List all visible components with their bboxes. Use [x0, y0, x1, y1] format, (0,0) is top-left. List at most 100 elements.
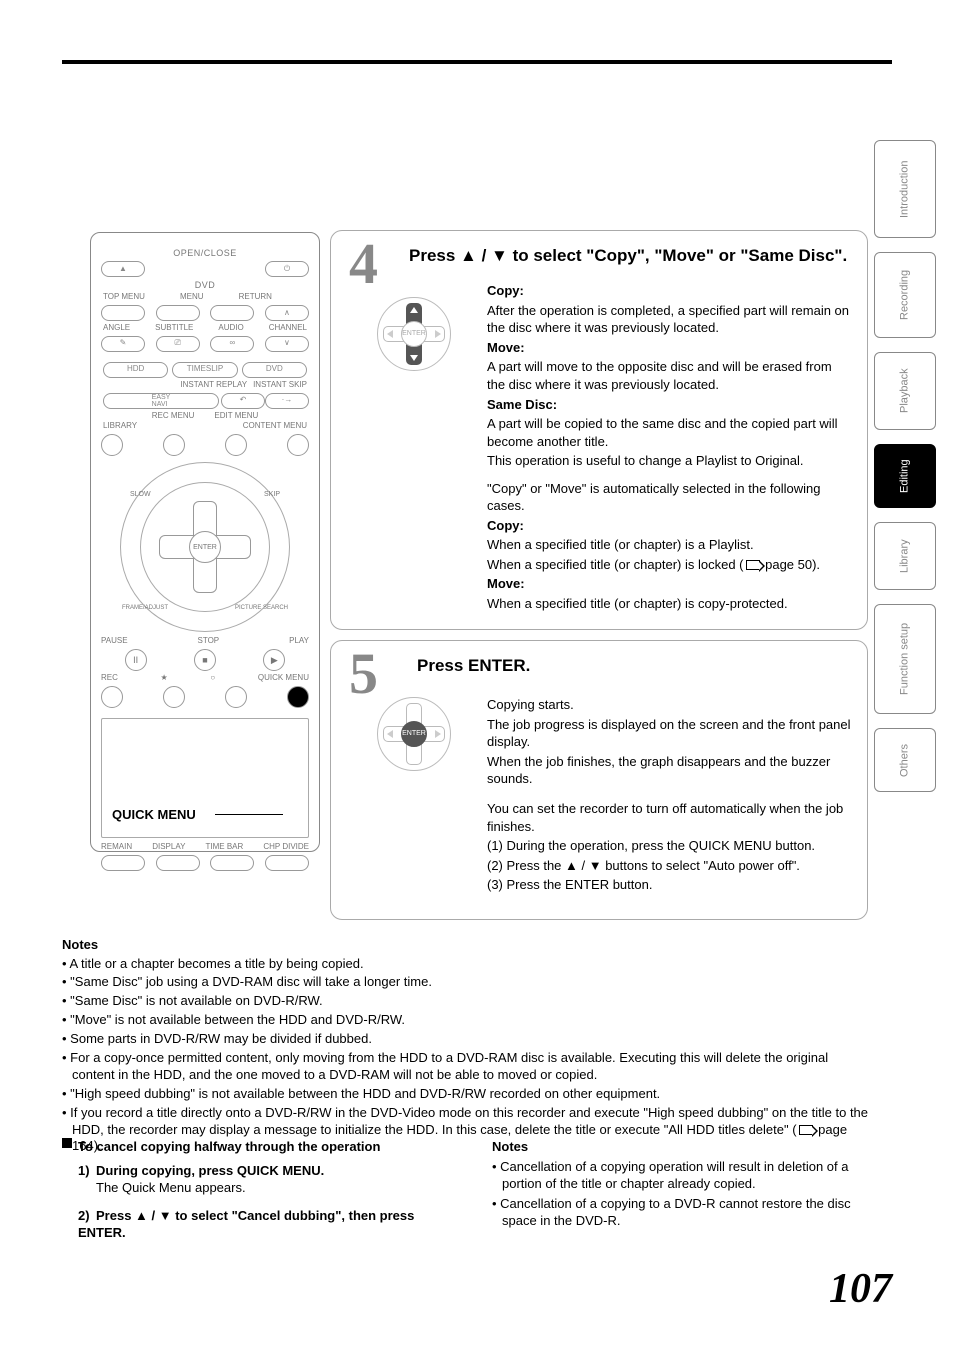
dpad-icon-updown: ENTER [377, 297, 451, 371]
same-disc-text-2: This operation is useful to change a Pla… [487, 452, 851, 470]
note-item: "High speed dubbing" is not available be… [62, 1086, 868, 1103]
enter-icon: ENTER [401, 721, 427, 747]
notes-heading: Notes [62, 936, 868, 954]
btn-edit-menu [225, 434, 247, 456]
callout-quick-menu: QUICK MENU [112, 806, 196, 824]
cancel-section: To cancel copying halfway through the op… [62, 1138, 452, 1252]
label-rec-menu: REC MENU [152, 411, 195, 422]
btn-hdd: HDD [103, 362, 168, 378]
tab-playback[interactable]: Playback [874, 352, 936, 430]
label-frame-adjust: FRAME/ADJUST [122, 604, 168, 612]
label-channel: CHANNEL [269, 323, 307, 334]
note2-item: Cancellation of a copying to a DVD-R can… [492, 1195, 868, 1230]
btn-timeslip: TIMESLIP [172, 362, 237, 378]
move2-heading: Move: [487, 575, 851, 593]
label-pause: PAUSE [101, 636, 128, 647]
btn-rec-menu [163, 434, 185, 456]
label-dvd: DVD [101, 279, 309, 291]
copy-text: After the operation is completed, a spec… [487, 302, 851, 337]
same-disc-text-1: A part will be copied to the same disc a… [487, 415, 851, 450]
note-item: "Move" is not available between the HDD … [62, 1012, 868, 1029]
btn-return [210, 305, 254, 321]
btn-rec [101, 686, 123, 708]
btn-subtitle: ⎚ [156, 336, 200, 352]
btn-instant-skip: ·→ [265, 393, 309, 409]
tab-function-setup[interactable]: Function setup [874, 604, 936, 714]
btn-top-menu [101, 305, 145, 321]
btn-library [101, 434, 123, 456]
step-4-title: Press ▲ / ▼ to select "Copy", "Move" or … [409, 245, 851, 266]
label-library: LIBRARY [103, 421, 137, 432]
copy-heading: Copy: [487, 282, 851, 300]
label-content-menu: CONTENT MENU [243, 421, 307, 432]
callout-line [215, 814, 283, 815]
note-item: A title or a chapter becomes a title by … [62, 956, 868, 973]
btn-extend [225, 686, 247, 708]
copy2-heading: Copy: [487, 517, 851, 535]
label-instant-replay: INSTANT REPLAY [180, 380, 247, 391]
label-open-close: OPEN/CLOSE [101, 247, 309, 259]
btn-angle: ✎ [101, 336, 145, 352]
step-5-title: Press ENTER. [417, 655, 851, 676]
enter-icon: ENTER [401, 321, 427, 347]
remote-illustration: OPEN/CLOSE ▲⏻ DVD TOP MENUMENURETURN ∧ A… [90, 232, 320, 852]
step5-p3: When the job finishes, the graph disappe… [487, 753, 851, 788]
step5-p2: The job progress is displayed on the scr… [487, 716, 851, 751]
tab-others[interactable]: Others [874, 728, 936, 792]
notes2-section: Notes Cancellation of a copying operatio… [492, 1138, 868, 1252]
label-menu: MENU [180, 292, 204, 303]
tab-introduction[interactable]: Introduction [874, 140, 936, 238]
btn-eject: ▲ [101, 261, 145, 277]
page-ref-icon [799, 1125, 813, 1135]
label-rec: REC [101, 673, 118, 684]
tab-library[interactable]: Library [874, 522, 936, 590]
btn-easy-navi: EASYNAVI [103, 393, 219, 409]
auto-select-text: "Copy" or "Move" is automatically select… [487, 480, 851, 515]
note-item: Some parts in DVD-R/RW may be divided if… [62, 1031, 868, 1048]
note-item: For a copy-once permitted content, only … [62, 1050, 868, 1084]
note-item: "Same Disc" is not available on DVD-R/RW… [62, 993, 868, 1010]
btn-content-menu [287, 434, 309, 456]
btn-remain [101, 855, 145, 871]
tab-editing[interactable]: Editing [874, 444, 936, 508]
step5-l3: (3) Press the ENTER button. [487, 876, 851, 894]
label-return: RETURN [239, 292, 272, 303]
btn-audio: ∞ [210, 336, 254, 352]
copy2-text-2: When a specified title (or chapter) is l… [487, 556, 851, 574]
label-angle: ANGLE [103, 323, 130, 334]
label-play: PLAY [289, 636, 309, 647]
label-picture-search: PICTURE SEARCH [235, 604, 288, 612]
label-display: DISPLAY [152, 842, 185, 853]
cancel-step-2: 2)Press ▲ / ▼ to select "Cancel dubbing"… [78, 1207, 452, 1242]
btn-quick-menu [287, 686, 309, 708]
btn-pause: II [125, 649, 147, 671]
tab-recording[interactable]: Recording [874, 252, 936, 338]
note2-item: Cancellation of a copying operation will… [492, 1158, 868, 1193]
header-rule [62, 60, 892, 64]
step5-l1: (1) During the operation, press the QUIC… [487, 837, 851, 855]
btn-down: ∨ [265, 336, 309, 352]
move-text: A part will move to the opposite disc an… [487, 358, 851, 393]
btn-timebar [210, 855, 254, 871]
btn-enter: ENTER [189, 531, 221, 563]
dpad-icon-enter: ENTER [377, 697, 451, 771]
step5-p4: You can set the recorder to turn off aut… [487, 800, 851, 835]
label-timebar: TIME BAR [205, 842, 243, 853]
btn-power: ⏻ [265, 261, 309, 277]
label-slow: SLOW [130, 490, 151, 499]
same-disc-heading: Same Disc: [487, 396, 851, 414]
section-tabs: Introduction Recording Playback Editing … [874, 140, 936, 806]
dpad: SLOW SKIP FRAME/ADJUST PICTURE SEARCH EN… [120, 462, 290, 632]
move-heading: Move: [487, 339, 851, 357]
step-number-4: 4 [349, 235, 378, 293]
label-instant-skip: INSTANT SKIP [253, 380, 307, 391]
label-quick-menu: QUICK MENU [258, 673, 309, 684]
page-ref-icon [746, 560, 760, 570]
btn-stop: ■ [194, 649, 216, 671]
label-subtitle: SUBTITLE [155, 323, 193, 334]
step-5: 5 Press ENTER. ENTER Copying starts. The… [330, 640, 868, 920]
btn-menu [156, 305, 200, 321]
step5-p1: Copying starts. [487, 696, 851, 714]
label-stop: STOP [198, 636, 220, 647]
notes-section: Notes A title or a chapter becomes a tit… [62, 936, 868, 1157]
